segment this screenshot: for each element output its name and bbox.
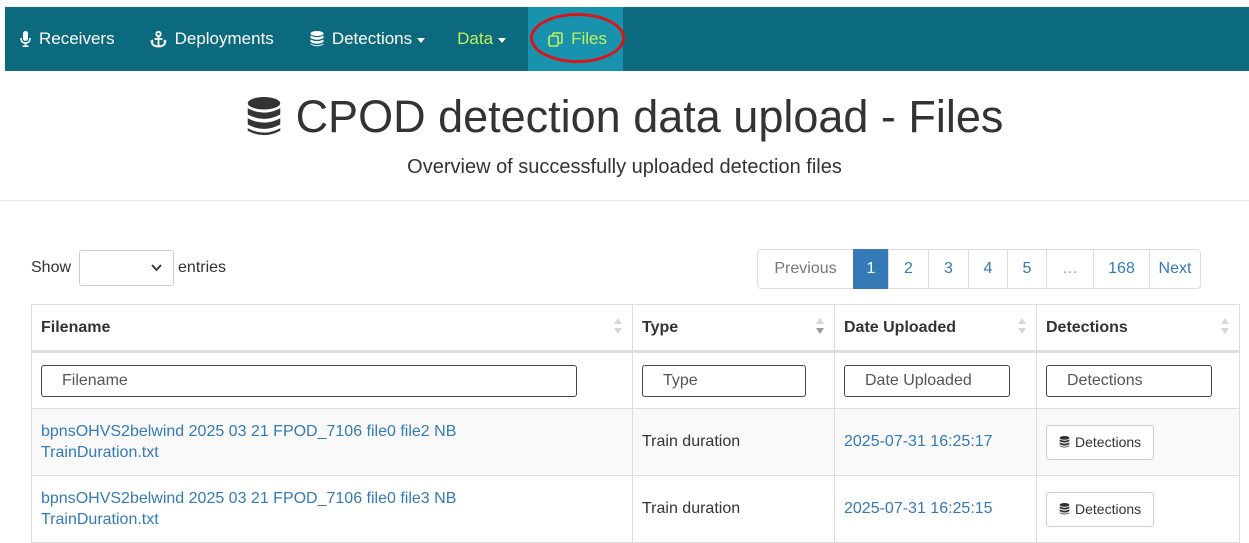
detections-button[interactable]: Detections xyxy=(1046,424,1155,460)
pagination-page-5[interactable]: 5 xyxy=(1007,249,1047,289)
top-navbar: Receivers Deployments Detections Data Fi… xyxy=(5,7,1249,71)
nav-detections-dropdown[interactable]: Detections xyxy=(290,7,441,71)
database-icon xyxy=(310,31,324,47)
chevron-down-icon xyxy=(417,37,426,43)
nav-receivers-label: Receivers xyxy=(39,29,115,48)
database-icon xyxy=(246,97,282,137)
files-table: Filename Type Date Uploaded Detections b… xyxy=(31,304,1240,543)
date-link[interactable]: 2025-07-31 16:25:17 xyxy=(844,433,993,450)
pagination-page-3[interactable]: 3 xyxy=(928,249,969,289)
date-uploaded-filter-input[interactable] xyxy=(844,364,1010,397)
detections-button[interactable]: Detections xyxy=(1046,491,1155,527)
entries-select[interactable] xyxy=(79,250,175,286)
pagination-next[interactable]: Next xyxy=(1149,249,1201,289)
pagination-page-2[interactable]: 2 xyxy=(888,249,929,289)
microphone-icon xyxy=(20,31,31,47)
table-row: bpnsOHVS2belwind 2025 03 21 FPOD_7106 fi… xyxy=(31,475,1240,543)
chevron-down-icon xyxy=(150,261,163,279)
show-label: Show xyxy=(31,259,72,276)
nav-data-dropdown[interactable]: Data xyxy=(441,7,522,71)
type-cell: Train duration xyxy=(632,475,835,543)
page-header: CPOD detection data upload - Files Overv… xyxy=(0,86,1249,179)
type-filter-input[interactable] xyxy=(642,364,806,397)
pagination: Previous 1 2 3 4 5 … 168 Next xyxy=(757,249,1201,289)
column-header-detections[interactable]: Detections xyxy=(1036,304,1240,353)
pagination-page-1[interactable]: 1 xyxy=(853,249,889,289)
filename-link[interactable]: bpnsOHVS2belwind 2025 03 21 FPOD_7106 fi… xyxy=(41,421,623,463)
nav-files[interactable]: Files xyxy=(528,7,626,71)
pagination-previous[interactable]: Previous xyxy=(757,249,854,289)
page-subtitle: Overview of successfully uploaded detect… xyxy=(407,156,842,178)
header-divider xyxy=(0,200,1249,201)
anchor-icon xyxy=(149,30,167,48)
page-length-control: Show entries xyxy=(31,250,226,286)
chevron-down-icon xyxy=(498,37,507,43)
nav-detections-label: Detections xyxy=(331,29,413,48)
column-header-type[interactable]: Type xyxy=(632,304,835,353)
pagination-ellipsis: … xyxy=(1046,249,1094,289)
database-icon xyxy=(1059,436,1070,448)
column-header-date-uploaded[interactable]: Date Uploaded xyxy=(834,304,1037,353)
page-title: CPOD detection data upload - Files xyxy=(246,86,1004,148)
sort-icon xyxy=(1018,318,1026,336)
filter-row xyxy=(31,351,1240,409)
detections-filter-input[interactable] xyxy=(1046,364,1212,397)
filename-filter-input[interactable] xyxy=(41,364,577,397)
sort-icon xyxy=(816,318,824,336)
sort-icon xyxy=(1221,318,1229,336)
nav-deployments-label: Deployments xyxy=(174,29,274,48)
entries-label: entries xyxy=(178,259,227,276)
nav-data-label: Data xyxy=(457,29,494,48)
table-header-row: Filename Type Date Uploaded Detections xyxy=(31,304,1240,353)
column-header-filename[interactable]: Filename xyxy=(31,304,633,353)
filename-link[interactable]: bpnsOHVS2belwind 2025 03 21 FPOD_7106 fi… xyxy=(41,488,623,530)
date-link[interactable]: 2025-07-31 16:25:15 xyxy=(844,500,993,517)
page-title-text: CPOD detection data upload - Files xyxy=(295,91,1004,142)
pagination-page-4[interactable]: 4 xyxy=(968,249,1008,289)
nav-deployments[interactable]: Deployments xyxy=(131,7,290,71)
database-icon xyxy=(1059,503,1070,515)
type-cell: Train duration xyxy=(632,408,835,476)
pagination-page-last[interactable]: 168 xyxy=(1093,249,1150,289)
sort-icon xyxy=(614,318,622,336)
copy-icon xyxy=(548,31,563,47)
table-row: bpnsOHVS2belwind 2025 03 21 FPOD_7106 fi… xyxy=(31,408,1240,476)
nav-receivers[interactable]: Receivers xyxy=(5,7,131,71)
nav-files-label: Files xyxy=(571,29,607,48)
